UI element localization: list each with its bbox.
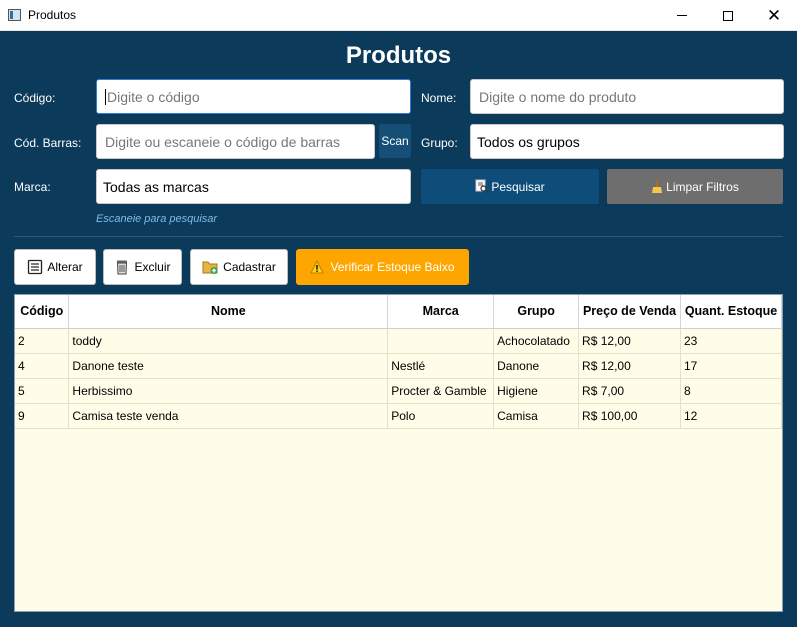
grupo-select[interactable]: Todos os grupos (470, 124, 784, 159)
header-estoque[interactable]: Quant. Estoque (680, 295, 782, 329)
cell-codigo: 4 (15, 353, 70, 379)
search-icon (475, 179, 489, 194)
cell-nome: Camisa teste venda (68, 403, 389, 429)
pesquisar-label: Pesquisar (491, 179, 545, 194)
codigo-placeholder: Digite o código (107, 88, 200, 105)
nome-label: Nome: (421, 91, 457, 105)
minimize-button[interactable] (659, 0, 705, 31)
page-title: Produtos (345, 42, 452, 69)
grupo-label: Grupo: (421, 136, 458, 150)
cell-codigo: 2 (15, 328, 70, 354)
cell-preco: R$ 12,00 (578, 353, 681, 379)
cell-grupo: Danone (493, 353, 580, 379)
table-row[interactable]: 5 Herbissimo Procter & Gamble Higiene R$… (15, 378, 782, 404)
table-header-row: Código Nome Marca Grupo Preço de Venda Q… (15, 295, 782, 329)
cell-marca (387, 328, 495, 354)
products-table[interactable]: Código Nome Marca Grupo Preço de Venda Q… (14, 294, 783, 612)
warning-icon (310, 260, 325, 274)
excluir-button[interactable]: Excluir (103, 249, 182, 285)
cell-preco: R$ 100,00 (578, 403, 681, 429)
cell-nome: Danone teste (68, 353, 389, 379)
products-window: Produtos ✕ Produtos Código: Digite o cód… (0, 0, 797, 627)
cod-barras-input[interactable]: Digite ou escaneie o código de barras (96, 124, 375, 159)
document-icon (28, 259, 43, 275)
header-marca[interactable]: Marca (387, 295, 495, 329)
cell-preco: R$ 12,00 (578, 328, 681, 354)
cell-grupo: Camisa (493, 403, 580, 429)
grupo-value: Todos os grupos (477, 133, 580, 150)
cell-marca: Nestlé (387, 353, 495, 379)
broom-icon (652, 179, 663, 193)
cod-barras-placeholder: Digite ou escaneie o código de barras (105, 133, 341, 150)
cell-codigo: 5 (15, 378, 70, 404)
cell-grupo: Higiene (493, 378, 580, 404)
table-row[interactable]: 2 toddy Achocolatado R$ 12,00 23 (15, 328, 782, 354)
maximize-button[interactable] (705, 0, 751, 31)
cell-estoque: 8 (680, 378, 782, 404)
cadastrar-label: Cadastrar (223, 260, 276, 274)
scan-button[interactable]: Scan (379, 124, 411, 158)
verificar-estoque-label: Verificar Estoque Baixo (330, 260, 455, 274)
marca-select[interactable]: Todas as marcas (96, 169, 411, 204)
limpar-filtros-button[interactable]: Limpar Filtros (607, 169, 783, 204)
nome-placeholder: Digite o nome do produto (479, 88, 637, 105)
cell-estoque: 23 (680, 328, 782, 354)
window-title: Produtos (28, 8, 77, 22)
table-row[interactable]: 9 Camisa teste venda Polo Camisa R$ 100,… (15, 403, 782, 429)
folder-add-icon (202, 261, 218, 274)
divider (14, 236, 783, 237)
cell-grupo: Achocolatado (493, 328, 580, 354)
cell-codigo: 9 (15, 403, 70, 429)
trash-icon (117, 260, 128, 275)
nome-input[interactable]: Digite o nome do produto (470, 79, 784, 114)
header-grupo[interactable]: Grupo (493, 295, 580, 329)
verificar-estoque-button[interactable]: Verificar Estoque Baixo (296, 249, 469, 285)
cell-marca: Procter & Gamble (387, 378, 495, 404)
pesquisar-button[interactable]: Pesquisar (421, 169, 599, 204)
app-window-icon (8, 9, 21, 21)
limpar-filtros-label: Limpar Filtros (666, 179, 739, 194)
close-button[interactable]: ✕ (751, 0, 797, 31)
marca-label: Marca: (14, 180, 51, 194)
header-preco[interactable]: Preço de Venda (578, 295, 681, 329)
cell-estoque: 12 (680, 403, 782, 429)
codigo-label: Código: (14, 91, 56, 105)
cell-nome: Herbissimo (68, 378, 389, 404)
title-bar: Produtos ✕ (0, 0, 797, 31)
maximize-icon (723, 10, 733, 21)
cell-marca: Polo (387, 403, 495, 429)
scan-hint: Escaneie para pesquisar (96, 213, 218, 225)
cell-estoque: 17 (680, 353, 782, 379)
header-nome[interactable]: Nome (68, 295, 389, 329)
marca-value: Todas as marcas (103, 178, 209, 195)
excluir-label: Excluir (134, 260, 171, 274)
codigo-input[interactable]: Digite o código (96, 79, 411, 114)
cell-nome: toddy (68, 328, 389, 354)
cell-preco: R$ 7,00 (578, 378, 681, 404)
minimize-icon (677, 15, 687, 16)
cod-barras-label: Cód. Barras: (14, 136, 82, 150)
table-row[interactable]: 4 Danone teste Nestlé Danone R$ 12,00 17 (15, 353, 782, 379)
header-codigo[interactable]: Código (15, 295, 70, 329)
alterar-label: Alterar (47, 260, 83, 274)
cadastrar-button[interactable]: Cadastrar (190, 249, 288, 285)
alterar-button[interactable]: Alterar (14, 249, 96, 285)
